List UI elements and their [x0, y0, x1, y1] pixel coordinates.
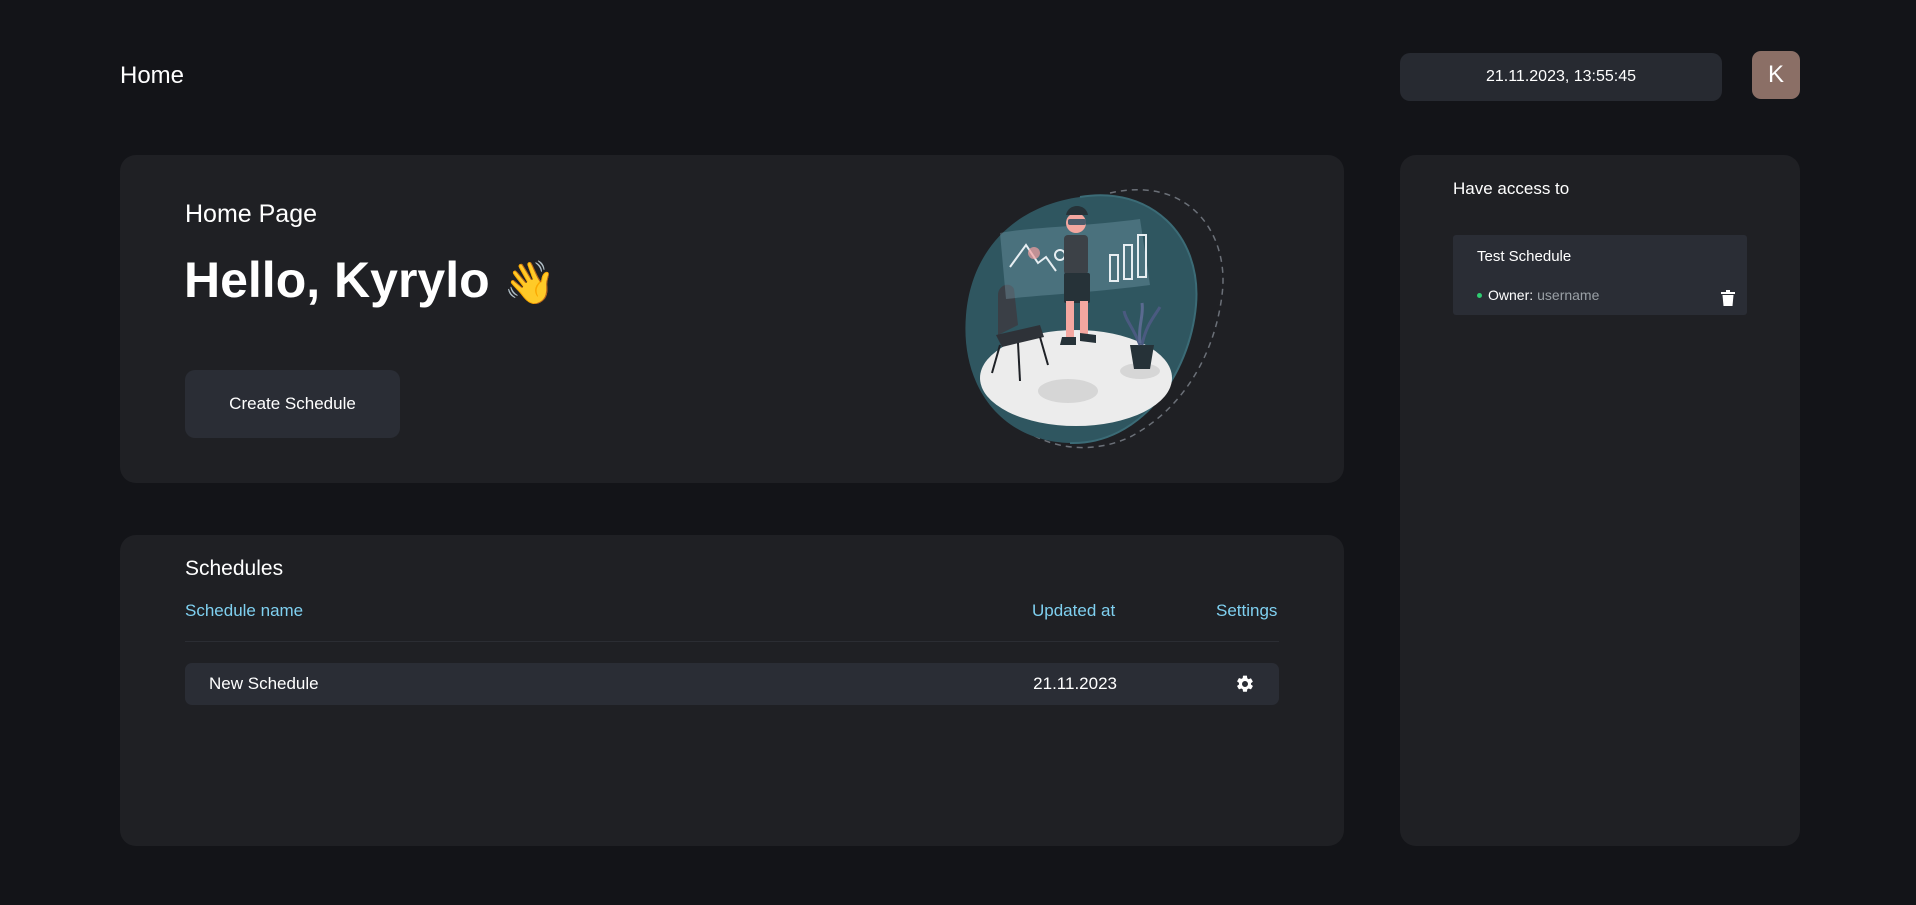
- vr-illustration: [965, 189, 1224, 449]
- schedules-title: Schedules: [185, 557, 284, 580]
- gear-icon[interactable]: [1235, 674, 1255, 694]
- access-item-name[interactable]: Test Schedule: [1477, 248, 1571, 265]
- access-item[interactable]: Test Schedule Owner: username: [1453, 235, 1747, 315]
- create-schedule-button[interactable]: Create Schedule: [185, 370, 400, 438]
- owner-value: username: [1537, 287, 1600, 303]
- status-dot: [1477, 292, 1482, 298]
- access-item-owner: Owner: username: [1477, 287, 1599, 303]
- page-title: Home: [120, 62, 185, 89]
- welcome-card: Home Page Hello, Kyrylo 👋 Create Schedule: [120, 155, 1344, 483]
- access-card: Have access to Test Schedule Owner: user…: [1400, 155, 1800, 846]
- greeting-text: Hello, Kyrylo: [184, 252, 490, 308]
- trash-icon[interactable]: [1721, 290, 1735, 306]
- schedule-updated-at: 21.11.2023: [1033, 674, 1117, 693]
- datetime-display: 21.11.2023, 13:55:45: [1400, 53, 1722, 101]
- welcome-subtitle: Home Page: [185, 200, 318, 228]
- schedule-name[interactable]: New Schedule: [209, 674, 319, 694]
- column-updated-at: Updated at: [1032, 601, 1116, 620]
- owner-label: Owner:: [1488, 287, 1534, 303]
- schedules-card: Schedules Schedule name Updated at Setti…: [120, 535, 1344, 846]
- greeting-heading: Hello, Kyrylo 👋: [184, 251, 556, 309]
- avatar[interactable]: K: [1752, 51, 1800, 99]
- access-title: Have access to: [1453, 179, 1570, 198]
- wave-emoji: 👋: [503, 259, 556, 306]
- column-settings: Settings: [1216, 601, 1278, 620]
- column-schedule-name: Schedule name: [185, 601, 304, 620]
- table-row[interactable]: New Schedule 21.11.2023: [185, 663, 1279, 705]
- table-divider: [185, 641, 1279, 642]
